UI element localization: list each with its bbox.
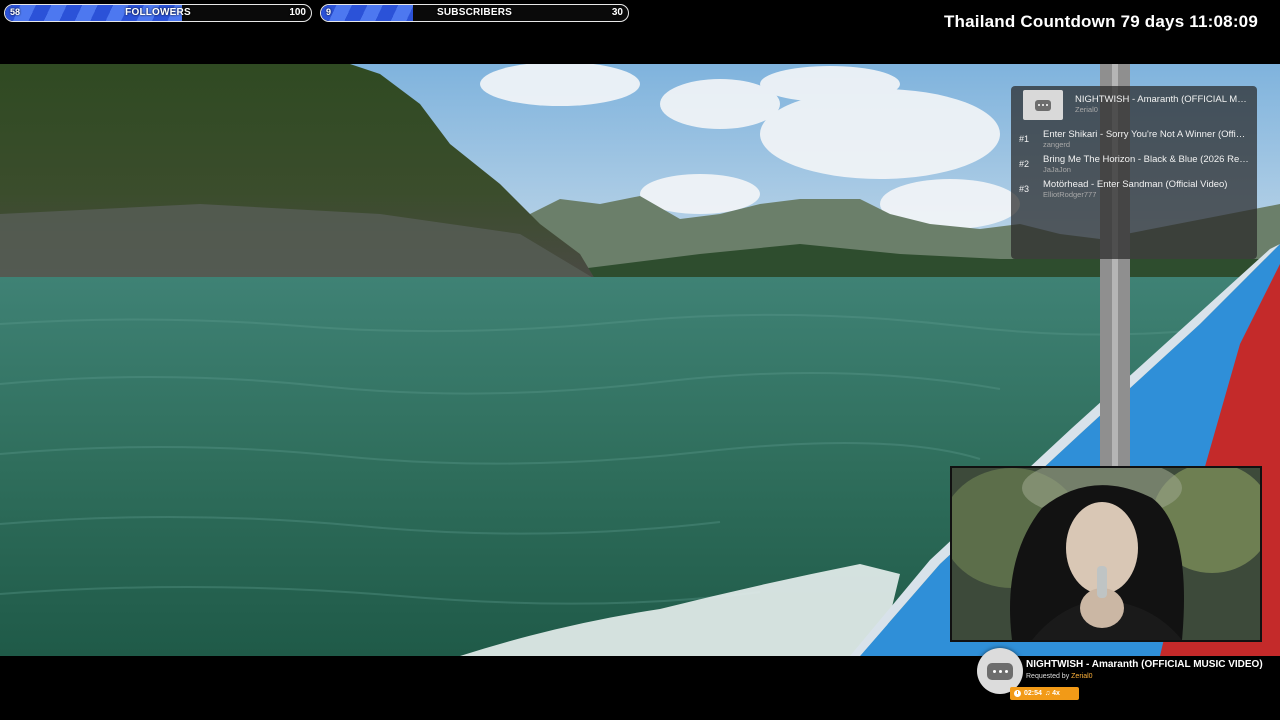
clock-icon [1014, 690, 1021, 697]
queue-item-rank: #2 [1019, 159, 1030, 169]
subscribers-goal-label: SUBSCRIBERS [437, 7, 512, 18]
now-playing-title: NIGHTWISH - Amaranth (OFFICIAL MUSIC VID… [1026, 659, 1263, 670]
queue-thumbnail [1023, 90, 1063, 120]
now-playing-duration: 02:54 [1024, 690, 1042, 697]
music-video-player [950, 466, 1262, 642]
followers-goal-bar: 58 FOLLOWERS 100 [4, 4, 312, 22]
requested-by-label: Requested by [1026, 673, 1070, 680]
queue-item-user: ElliotRodger777 [1043, 190, 1097, 199]
queue-now-playing-user: Zerial0 [1075, 105, 1098, 114]
queue-item-rank: #1 [1019, 134, 1030, 144]
countdown-text: Thailand Countdown 79 days 11:08:09 [943, 12, 1258, 31]
queue-item-title: Bring Me The Horizon - Black & Blue (202… [1043, 154, 1249, 165]
queue-item: #1 Enter Shikari - Sorry You're Not A Wi… [1019, 127, 1249, 151]
more-dots-icon [1035, 99, 1051, 111]
more-dots-icon [987, 662, 1013, 680]
followers-goal-label: FOLLOWERS [125, 7, 191, 18]
music-video-frame [952, 468, 1260, 640]
song-queue-panel: NIGHTWISH - Amaranth (OFFICIAL MUSIC VID… [1011, 86, 1257, 259]
subscribers-goal-bar: 9 SUBSCRIBERS 30 [320, 4, 629, 22]
queue-item-title: Motörhead - Enter Sandman (Official Vide… [1043, 179, 1228, 190]
queue-item: #3 Motörhead - Enter Sandman (Official V… [1019, 177, 1249, 201]
followers-goal-target: 100 [289, 7, 306, 18]
queue-now-playing-title: NIGHTWISH - Amaranth (OFFICIAL MUSIC VID… [1075, 94, 1251, 105]
now-playing-requested: Requested by Zerial0 [1026, 673, 1093, 680]
queue-item: #2 Bring Me The Horizon - Black & Blue (… [1019, 152, 1249, 176]
requested-by-user: Zerial0 [1071, 673, 1093, 680]
queue-item-title: Enter Shikari - Sorry You're Not A Winne… [1043, 129, 1249, 140]
now-playing-info-badge: 02:54 ♫ 4x [1010, 687, 1079, 700]
queue-item-user: JaJaJon [1043, 165, 1071, 174]
queue-item-user: zangerd [1043, 140, 1071, 149]
now-playing-plays: ♫ 4x [1044, 690, 1060, 697]
subscribers-goal-target: 30 [611, 7, 623, 18]
queue-now-playing: NIGHTWISH - Amaranth (OFFICIAL MUSIC VID… [1023, 90, 1251, 120]
queue-item-rank: #3 [1019, 184, 1030, 194]
